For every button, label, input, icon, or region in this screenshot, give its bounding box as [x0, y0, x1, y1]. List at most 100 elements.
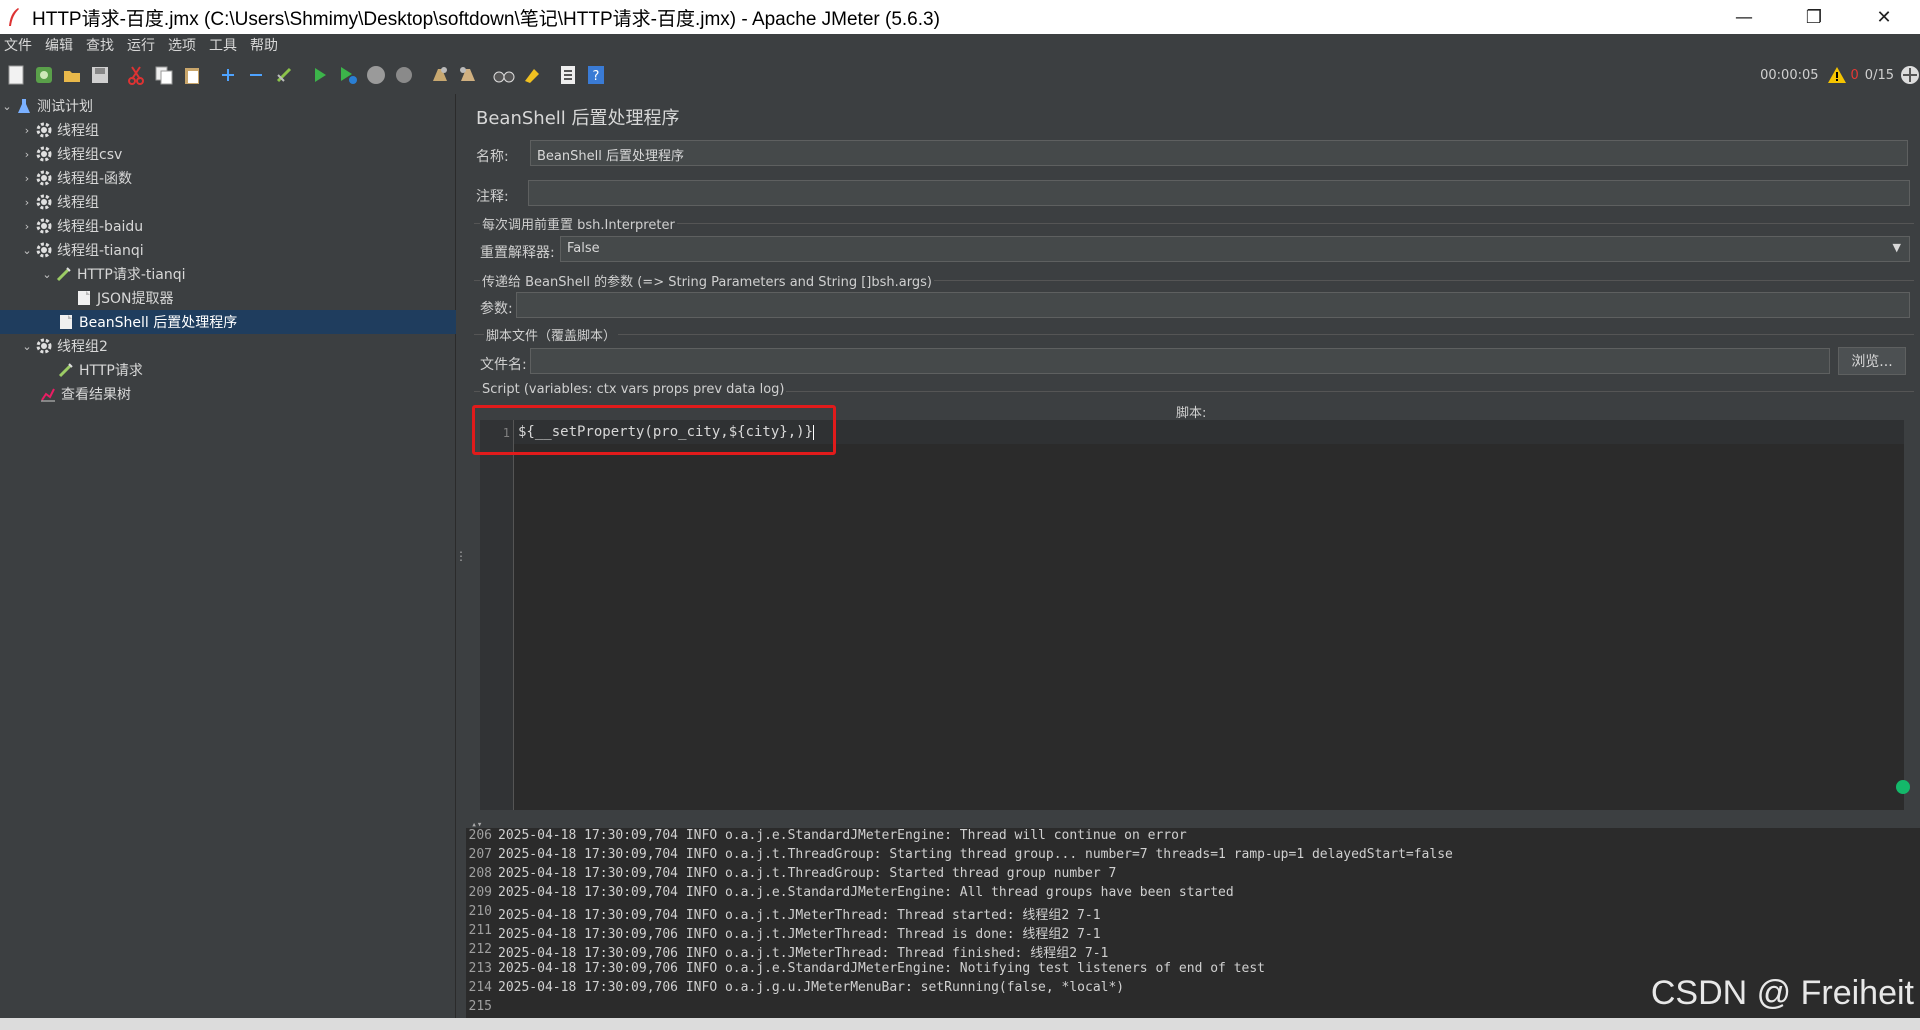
- file-group-title: 脚本文件（覆盖脚本）: [484, 325, 619, 344]
- collapse-all-icon[interactable]: [244, 63, 268, 87]
- function-helper-icon[interactable]: [556, 63, 580, 87]
- name-input[interactable]: BeanShell 后置处理程序: [530, 140, 1908, 166]
- shutdown-icon[interactable]: [392, 63, 416, 87]
- annotation-highlight-box: [472, 405, 836, 455]
- open-icon[interactable]: [60, 63, 84, 87]
- pencil-icon: [54, 264, 74, 284]
- tree-item-label: 线程组csv: [57, 147, 123, 163]
- tree-item-beanshell-postprocessor[interactable]: BeanShell 后置处理程序: [0, 310, 456, 334]
- browse-button[interactable]: 浏览...: [1838, 347, 1906, 375]
- templates-icon[interactable]: [32, 63, 56, 87]
- chevron-right-icon[interactable]: ›: [20, 124, 34, 137]
- params-group-title: 传递给 BeanShell 的参数 (=> String Parameters …: [480, 271, 934, 290]
- tree-item-thread-group-function[interactable]: › 线程组-函数: [0, 166, 456, 190]
- tree-item-label: 线程组2: [57, 339, 108, 355]
- chevron-right-icon[interactable]: ›: [20, 196, 34, 209]
- tree-item-label: BeanShell 后置处理程序: [79, 315, 238, 331]
- script-editor[interactable]: 1 ${__setProperty(pro_city,${city},)}: [480, 420, 1904, 810]
- log-line: 209 2025-04-18 17:30:09,704 INFO o.a.j.e.…: [466, 885, 1453, 904]
- log-line-number: 213: [468, 961, 492, 976]
- chevron-down-icon[interactable]: ⌄: [40, 268, 54, 281]
- comment-input[interactable]: [528, 180, 1910, 206]
- warning-icon[interactable]: [1827, 66, 1847, 84]
- elapsed-timer: 00:00:05: [1760, 67, 1819, 83]
- expand-all-icon[interactable]: [216, 63, 240, 87]
- clear-all-icon[interactable]: [456, 63, 480, 87]
- tree-item-label: 线程组-函数: [57, 171, 133, 187]
- comment-label: 注释:: [476, 189, 509, 205]
- tree-item-http-request-tianqi[interactable]: ⌄ HTTP请求-tianqi: [0, 262, 456, 286]
- minimize-button[interactable]: —: [1716, 0, 1772, 34]
- chevron-down-icon[interactable]: ⌄: [20, 340, 34, 353]
- start-icon[interactable]: [308, 63, 332, 87]
- reset-search-icon[interactable]: [520, 63, 544, 87]
- new-icon[interactable]: [4, 63, 28, 87]
- menu-search[interactable]: 查找: [82, 35, 123, 55]
- tree-item-thread-group-csv[interactable]: › 线程组csv: [0, 142, 456, 166]
- log-line: 210 2025-04-18 17:30:09,704 INFO o.a.j.t.…: [466, 904, 1453, 923]
- cut-icon[interactable]: [124, 63, 148, 87]
- tree-item-thread-group-2nd[interactable]: › 线程组: [0, 190, 456, 214]
- script-group-title: Script (variables: ctx vars props prev d…: [480, 382, 787, 397]
- start-no-pauses-icon[interactable]: [336, 63, 360, 87]
- reset-interpreter-select[interactable]: False ▼: [560, 236, 1910, 262]
- remote-status-icon[interactable]: [1900, 65, 1920, 85]
- chevron-right-icon[interactable]: ›: [20, 148, 34, 161]
- reset-interpreter-value: False: [567, 241, 600, 256]
- filename-label: 文件名:: [480, 357, 527, 373]
- title-bar: HTTP请求-百度.jmx (C:\Users\Shmimy\Desktop\s…: [0, 0, 1920, 34]
- tree-item-test-plan[interactable]: ⌄ 测试计划: [0, 94, 456, 118]
- menu-tools[interactable]: 工具: [205, 35, 246, 55]
- toggle-icon[interactable]: [272, 63, 296, 87]
- tree-item-view-results-tree[interactable]: 查看结果树: [0, 382, 456, 406]
- tree-item-http-request[interactable]: HTTP请求: [0, 358, 456, 382]
- jmeter-feather-icon: [9, 8, 19, 26]
- search-icon[interactable]: [492, 63, 516, 87]
- tree-item-json-extractor[interactable]: JSON提取器: [0, 286, 456, 310]
- clear-icon[interactable]: [428, 63, 452, 87]
- chevron-right-icon[interactable]: ›: [20, 172, 34, 185]
- log-line-number: 215: [468, 999, 492, 1014]
- close-button[interactable]: ✕: [1856, 0, 1912, 34]
- log-line: 208 2025-04-18 17:30:09,704 INFO o.a.j.t.…: [466, 866, 1453, 885]
- restore-button[interactable]: ❐: [1786, 0, 1842, 34]
- save-icon[interactable]: [88, 63, 112, 87]
- active-threads: 0/15: [1864, 67, 1894, 83]
- log-line-text: 2025-04-18 17:30:09,704 INFO o.a.j.t.JMe…: [498, 908, 1101, 923]
- copy-icon[interactable]: [152, 63, 176, 87]
- tree-item-label: 测试计划: [37, 99, 93, 115]
- gear-icon: [34, 240, 54, 260]
- params-input[interactable]: [516, 292, 1910, 318]
- tree-item-thread-group-baidu[interactable]: › 线程组-baidu: [0, 214, 456, 238]
- tree-item-label: 线程组: [57, 195, 99, 211]
- stop-icon[interactable]: [364, 63, 388, 87]
- flask-icon: [14, 96, 34, 116]
- log-line: 213 2025-04-18 17:30:09,706 INFO o.a.j.e.…: [466, 961, 1453, 980]
- tree-item-thread-group-tianqi[interactable]: ⌄ 线程组-tianqi: [0, 238, 456, 262]
- gear-icon: [34, 216, 54, 236]
- chevron-down-icon: ▼: [1892, 241, 1901, 254]
- split-pane-divider[interactable]: ⋮: [455, 94, 467, 1018]
- tree-item-label: HTTP请求-tianqi: [77, 267, 186, 283]
- menu-file[interactable]: 文件: [0, 35, 41, 55]
- tree-item-thread-group-2[interactable]: ⌄ 线程组2: [0, 334, 456, 358]
- toolbar: ?: [0, 56, 1920, 94]
- menu-options[interactable]: 选项: [164, 35, 205, 55]
- log-line-text: 2025-04-18 17:30:09,706 INFO o.a.j.t.JMe…: [498, 927, 1101, 942]
- log-line-number: 212: [468, 942, 492, 957]
- filename-input[interactable]: [530, 348, 1830, 374]
- gear-icon: [34, 120, 54, 140]
- help-icon[interactable]: ?: [584, 63, 608, 87]
- tree-item-thread-group[interactable]: › 线程组: [0, 118, 456, 142]
- log-line-number: 211: [468, 923, 492, 938]
- svg-text:?: ?: [593, 69, 600, 84]
- menu-run[interactable]: 运行: [123, 35, 164, 55]
- menu-edit[interactable]: 编辑: [41, 35, 82, 55]
- log-divider[interactable]: ▴▾: [466, 820, 1920, 830]
- chevron-down-icon[interactable]: ⌄: [0, 100, 14, 113]
- chevron-down-icon[interactable]: ⌄: [20, 244, 34, 257]
- log-line-number: 214: [468, 980, 492, 995]
- paste-icon[interactable]: [180, 63, 204, 87]
- chevron-right-icon[interactable]: ›: [20, 220, 34, 233]
- menu-help[interactable]: 帮助: [246, 35, 287, 55]
